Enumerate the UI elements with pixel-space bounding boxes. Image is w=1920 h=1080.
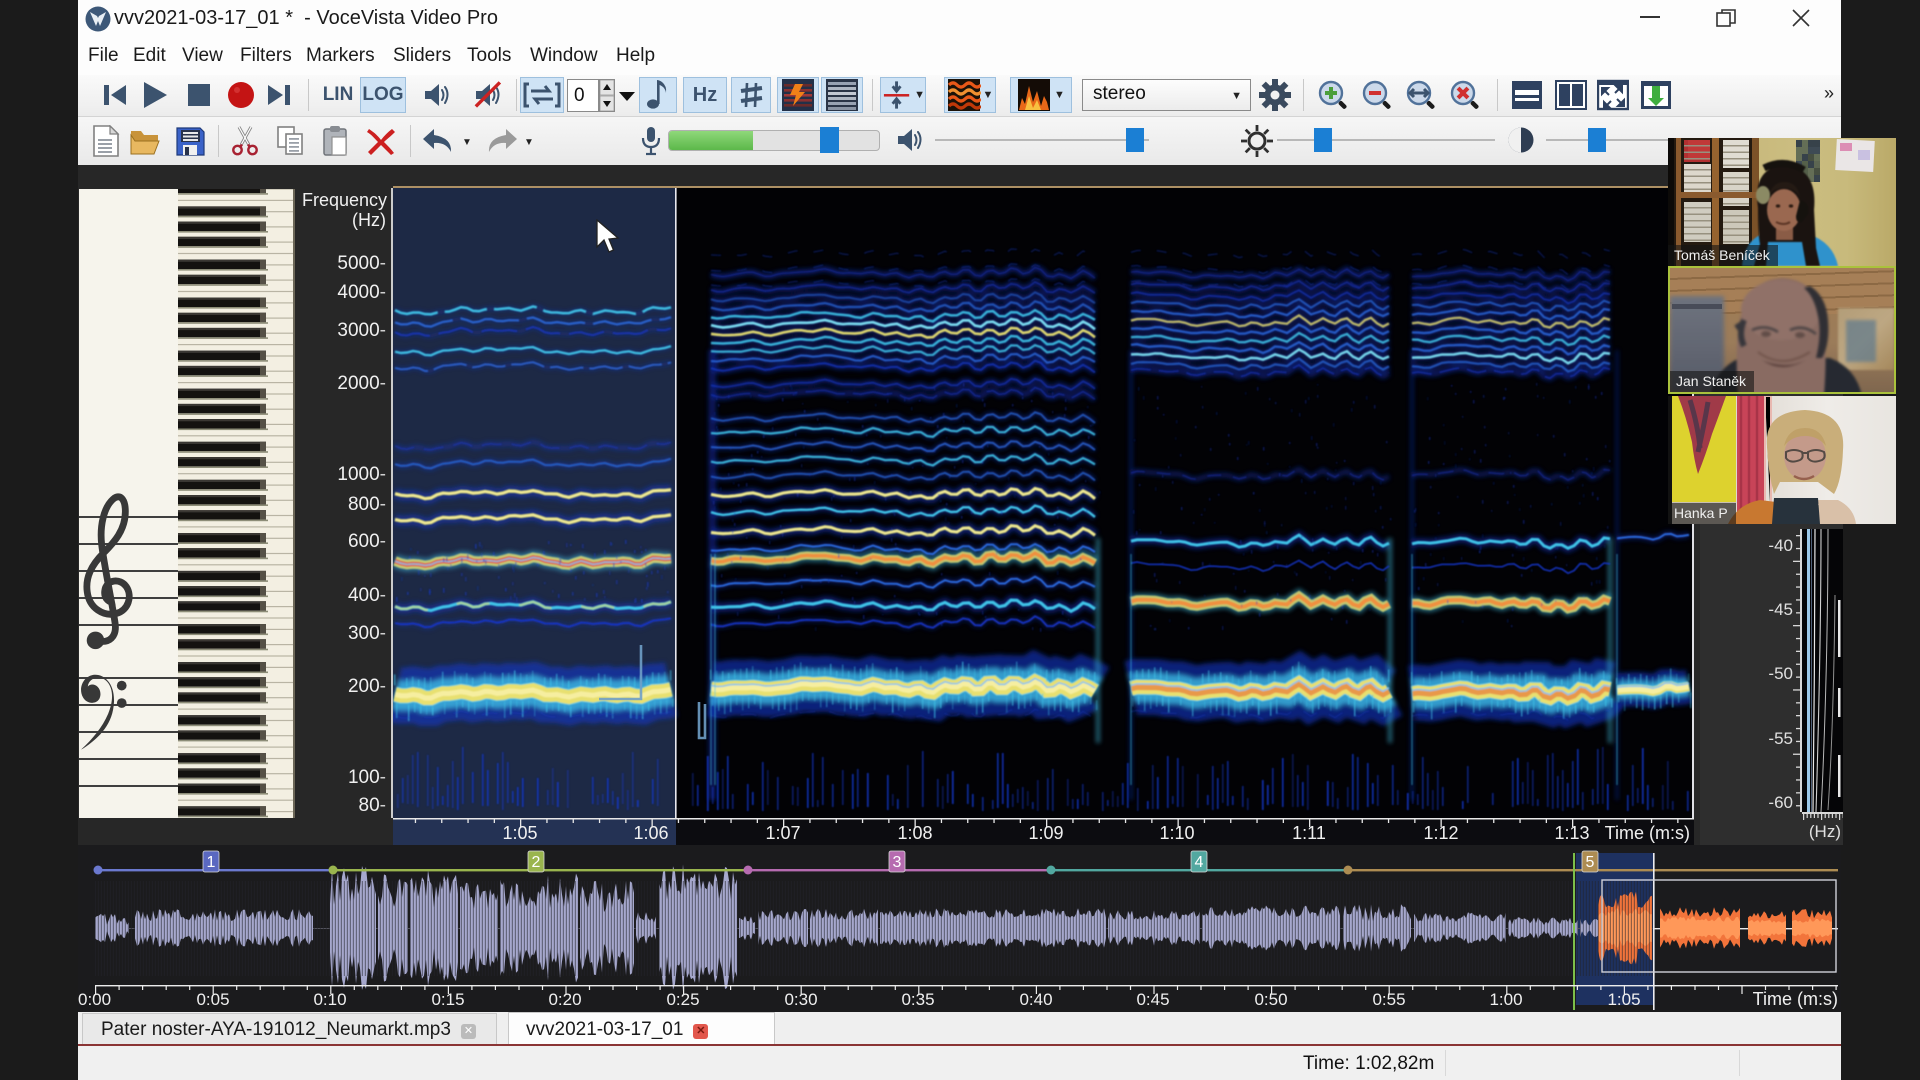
- svg-text:Time (m:s): Time (m:s): [1605, 823, 1690, 843]
- svg-text:0:45: 0:45: [1136, 990, 1169, 1009]
- svg-text:-55: -55: [1768, 729, 1793, 748]
- svg-text:0:35: 0:35: [901, 990, 934, 1009]
- svg-text:2: 2: [532, 854, 541, 871]
- svg-text:0:25: 0:25: [666, 990, 699, 1009]
- svg-text:1:00: 1:00: [1489, 990, 1522, 1009]
- svg-text:0:05: 0:05: [196, 990, 229, 1009]
- svg-text:1:06: 1:06: [633, 823, 668, 843]
- svg-text:0:15: 0:15: [431, 990, 464, 1009]
- svg-text:1:11: 1:11: [1292, 823, 1326, 843]
- svg-text:1:05: 1:05: [1607, 990, 1640, 1009]
- svg-text:1:09: 1:09: [1028, 823, 1063, 843]
- svg-text:1:05: 1:05: [502, 823, 537, 843]
- svg-text:4: 4: [1195, 854, 1204, 871]
- svg-text:0:30: 0:30: [784, 990, 817, 1009]
- svg-text:-60: -60: [1768, 793, 1793, 812]
- svg-text:Time (m:s): Time (m:s): [1753, 989, 1838, 1009]
- svg-text:-40: -40: [1768, 536, 1793, 555]
- svg-text:0:20: 0:20: [548, 990, 581, 1009]
- svg-text:1:08: 1:08: [897, 823, 932, 843]
- svg-text:1:12: 1:12: [1423, 823, 1458, 843]
- svg-text:1: 1: [207, 854, 216, 871]
- svg-text:-45: -45: [1768, 600, 1793, 619]
- svg-text:-50: -50: [1768, 664, 1793, 683]
- svg-text:0:40: 0:40: [1019, 990, 1052, 1009]
- svg-text:5: 5: [1586, 854, 1595, 871]
- svg-text:1:10: 1:10: [1159, 823, 1194, 843]
- svg-text:0:55: 0:55: [1372, 990, 1405, 1009]
- svg-text:1:07: 1:07: [765, 823, 800, 843]
- svg-text:(Hz): (Hz): [1809, 822, 1841, 841]
- svg-text:0:10: 0:10: [313, 990, 346, 1009]
- svg-text:0:50: 0:50: [1254, 990, 1287, 1009]
- svg-text:3: 3: [893, 854, 902, 871]
- svg-text:0:00: 0:00: [78, 990, 111, 1009]
- svg-text:1:13: 1:13: [1554, 823, 1589, 843]
